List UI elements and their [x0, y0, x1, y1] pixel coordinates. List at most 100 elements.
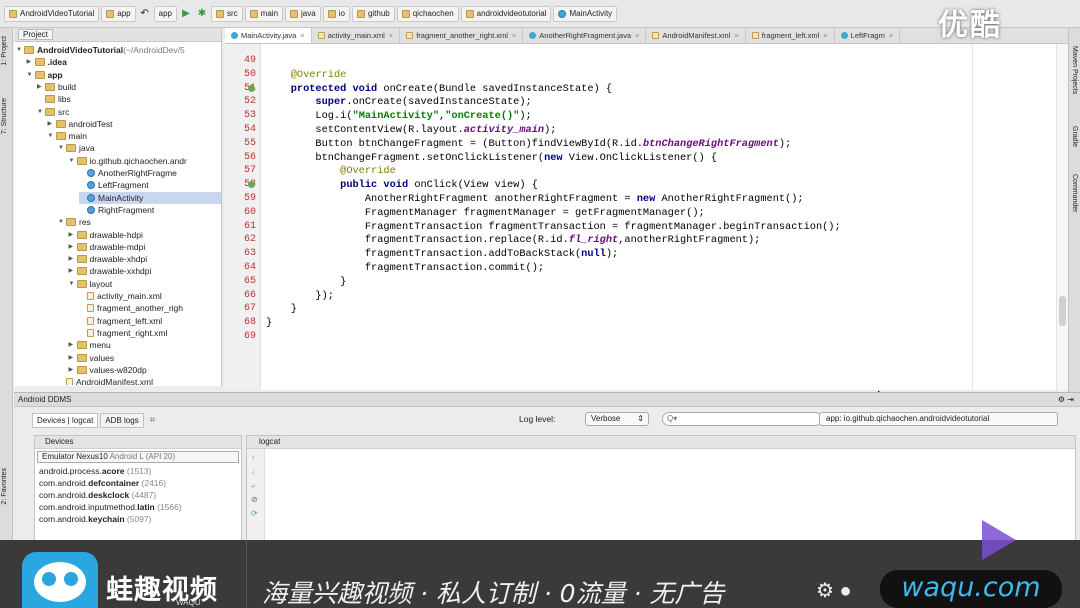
expand-arrow-icon[interactable]: ▶: [37, 81, 45, 93]
device-select[interactable]: Emulator Nexus10 Android L (API 20): [37, 451, 239, 463]
logcat-search-input[interactable]: Q▾: [662, 412, 822, 426]
editor-tab[interactable]: fragment_left.xml ×: [746, 28, 835, 43]
editor-tab[interactable]: activity_main.xml ×: [312, 28, 401, 43]
tree-node[interactable]: ▶ menu: [69, 339, 111, 351]
expand-arrow-icon[interactable]: ▼: [27, 69, 35, 81]
expand-arrow-icon[interactable]: ▶: [69, 253, 77, 265]
tool-tab-commander[interactable]: Commander: [1071, 174, 1078, 213]
close-icon[interactable]: ×: [889, 31, 893, 40]
breadcrumb-item[interactable]: java: [285, 5, 321, 22]
expand-arrow-icon[interactable]: ▶: [69, 241, 77, 253]
expand-arrow-icon[interactable]: ▶: [69, 352, 77, 364]
process-item[interactable]: com.android.inputmethod.latin (1566): [35, 501, 241, 513]
tree-node[interactable]: RightFragment: [79, 204, 154, 216]
tree-node[interactable]: LeftFragment: [79, 179, 149, 191]
scroll-down-icon[interactable]: ↓: [251, 467, 255, 477]
editor-tab[interactable]: AnotherRightFragment.java ×: [523, 28, 647, 43]
breadcrumb-item[interactable]: app: [101, 5, 136, 22]
tree-node[interactable]: fragment_left.xml: [79, 315, 162, 327]
tree-node[interactable]: ▶ .idea: [27, 56, 67, 68]
breadcrumb-item[interactable]: MainActivity: [553, 5, 618, 22]
close-icon[interactable]: ×: [823, 31, 827, 40]
settings-gear-icon[interactable]: ⚙ ⇥: [1058, 395, 1074, 404]
restart-icon[interactable]: ⟳: [251, 509, 258, 519]
process-item[interactable]: com.android.defcontainer (2416): [35, 477, 241, 489]
tab-adb-logs[interactable]: ADB logs: [100, 412, 144, 428]
tool-tab-structure[interactable]: 7: Structure: [1, 98, 8, 134]
tree-node[interactable]: ▶ drawable-xxhdpi: [69, 265, 152, 277]
tree-node[interactable]: ▼ io.github.qichaochen.andr: [69, 155, 187, 167]
code-area[interactable]: @Override protected void onCreate(Bundle…: [262, 44, 968, 390]
process-item[interactable]: android.process.acore (1513): [35, 465, 241, 477]
expand-arrow-icon[interactable]: ▶: [69, 364, 77, 376]
log-level-select[interactable]: Verbose ⇕: [585, 412, 649, 426]
breadcrumb-item[interactable]: AndroidVideoTutorial: [4, 5, 100, 22]
tree-node[interactable]: libs: [37, 93, 71, 105]
process-item[interactable]: com.android.deskclock (4487): [35, 489, 241, 501]
breadcrumb-item[interactable]: github: [351, 5, 395, 22]
tree-node[interactable]: activity_main.xml: [79, 290, 162, 302]
expand-arrow-icon[interactable]: ▶: [69, 229, 77, 241]
editor-tab[interactable]: AndroidManifest.xml ×: [646, 28, 746, 43]
tool-tab-gradle[interactable]: Gradle: [1071, 126, 1078, 147]
breadcrumb-item[interactable]: main: [244, 5, 284, 22]
tree-node[interactable]: ▼ main: [48, 130, 87, 142]
tool-tab-project[interactable]: 1: Project: [1, 36, 8, 66]
breadcrumb-item[interactable]: qichaochen: [396, 5, 459, 22]
close-icon[interactable]: ×: [734, 31, 738, 40]
close-icon[interactable]: ×: [389, 31, 393, 40]
tab-devices-logcat[interactable]: Devices | logcat: [32, 412, 99, 428]
expand-arrow-icon[interactable]: ▶: [27, 56, 35, 68]
expand-arrow-icon[interactable]: ▼: [37, 106, 45, 118]
tree-node[interactable]: MainActivity: [79, 191, 221, 204]
clear-log-icon[interactable]: ⊘: [251, 495, 258, 505]
run-config-select[interactable]: app: [153, 5, 177, 22]
override-marker-icon[interactable]: [248, 84, 255, 92]
tree-node[interactable]: ▶ androidTest: [48, 118, 113, 130]
undo-icon[interactable]: ↶: [140, 8, 150, 19]
screen-capture-icon[interactable]: ⌗: [150, 415, 156, 426]
editor-tab[interactable]: MainActivity.java ×: [225, 28, 312, 43]
tree-node[interactable]: fragment_right.xml: [79, 327, 167, 339]
tree-node[interactable]: ▼ layout: [69, 278, 113, 290]
close-icon[interactable]: ×: [300, 31, 304, 40]
close-icon[interactable]: ×: [635, 31, 639, 40]
expand-arrow-icon[interactable]: ▼: [69, 278, 77, 290]
expand-arrow-icon[interactable]: ▼: [58, 142, 66, 154]
tree-node[interactable]: ▼ AndroidVideoTutorial (~/AndroidDev/5: [16, 44, 185, 56]
breadcrumb-item[interactable]: src: [211, 5, 243, 22]
breadcrumb-item[interactable]: androidvideotutorial: [460, 5, 552, 22]
tree-node[interactable]: ▼ java: [58, 142, 95, 154]
tree-node[interactable]: fragment_another_righ: [79, 302, 183, 314]
tree-node[interactable]: ▼ app: [27, 69, 63, 81]
process-item[interactable]: com.android.keychain (5097): [35, 513, 241, 525]
editor-scrollbar[interactable]: [1056, 44, 1068, 390]
editor-tab[interactable]: LeftFragm ×: [835, 28, 901, 43]
app-filter-select[interactable]: app: io.github.qichaochen.androidvideotu…: [819, 412, 1058, 426]
soft-wrap-icon[interactable]: ⤶: [251, 481, 255, 491]
tool-tab-favorites[interactable]: 2: Favorites: [1, 468, 8, 505]
editor-tab[interactable]: fragment_another_right.xml ×: [400, 28, 524, 43]
tree-node[interactable]: AndroidManifest.xml: [58, 376, 153, 385]
scroll-up-icon[interactable]: ↑: [251, 453, 255, 463]
tree-node[interactable]: ▼ res: [58, 216, 91, 228]
tree-node[interactable]: AnotherRightFragme: [79, 167, 177, 179]
close-icon[interactable]: ×: [512, 31, 516, 40]
project-view-selector[interactable]: Project: [18, 29, 53, 40]
expand-arrow-icon[interactable]: ▼: [69, 155, 77, 167]
debug-icon[interactable]: ✱: [197, 8, 207, 19]
expand-arrow-icon[interactable]: ▶: [69, 265, 77, 277]
tool-tab-maven[interactable]: Maven Projects: [1071, 46, 1078, 94]
expand-arrow-icon[interactable]: ▼: [16, 44, 24, 56]
tree-node[interactable]: ▼ src: [37, 106, 69, 118]
tree-node[interactable]: ▶ build: [37, 81, 76, 93]
tree-node[interactable]: ▶ drawable-mdpi: [69, 241, 146, 253]
breadcrumb-item[interactable]: io: [322, 5, 350, 22]
tree-node[interactable]: ▶ drawable-hdpi: [69, 229, 143, 241]
expand-arrow-icon[interactable]: ▶: [48, 118, 56, 130]
expand-arrow-icon[interactable]: ▶: [69, 339, 77, 351]
expand-arrow-icon[interactable]: ▼: [48, 130, 56, 142]
tree-node[interactable]: ▶ values: [69, 352, 115, 364]
run-icon[interactable]: ▶: [181, 8, 191, 19]
scrollbar-thumb[interactable]: [1059, 296, 1066, 326]
